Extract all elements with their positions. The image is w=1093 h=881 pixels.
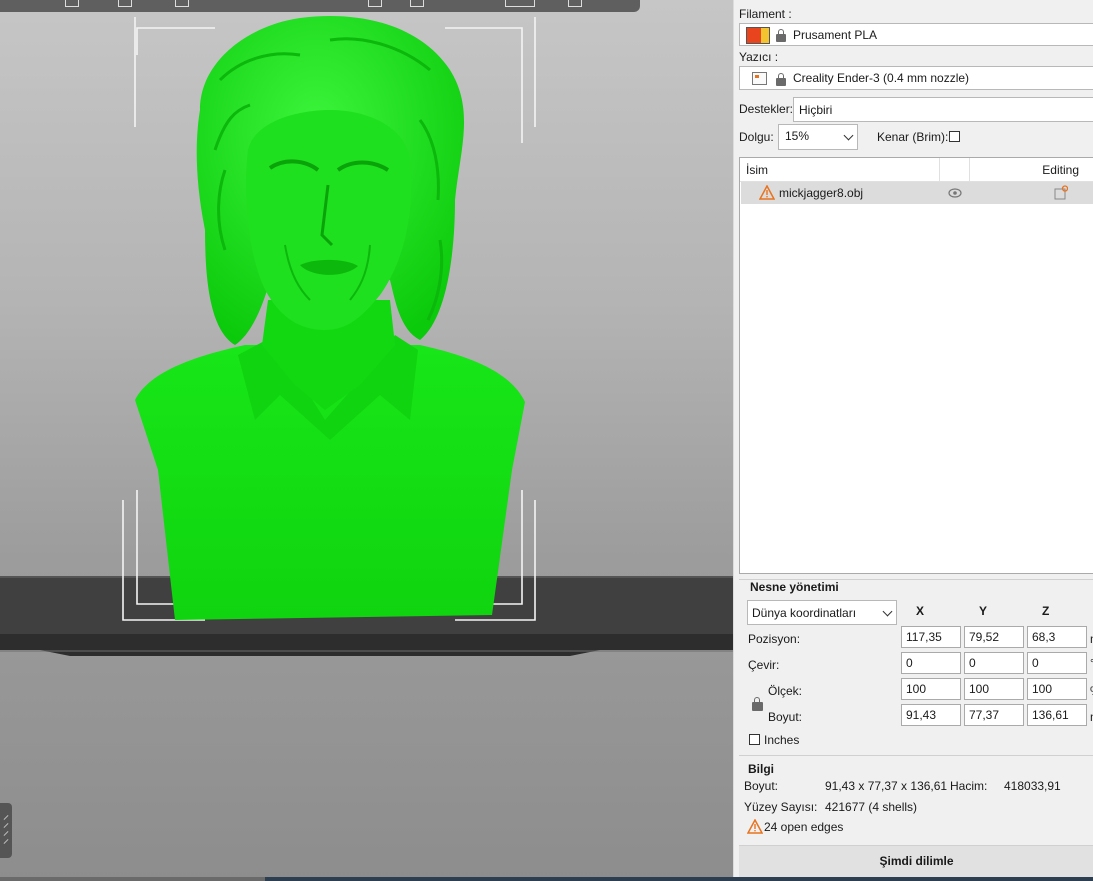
scale-x-input[interactable]: 100	[901, 678, 961, 700]
model-bust	[135, 15, 525, 620]
inches-checkbox[interactable]	[749, 734, 760, 745]
info-size-label: Boyut:	[744, 779, 779, 793]
infill-label: Dolgu:	[739, 130, 774, 144]
axis-x-label: X	[916, 604, 925, 618]
list-item[interactable]: mickjagger8.obj	[741, 182, 1093, 204]
toolbar-tool-icon[interactable]	[65, 0, 79, 7]
position-label: Pozisyon:	[748, 632, 801, 646]
position-x-input[interactable]: 117,35	[901, 626, 961, 648]
open-edges-text: 24 open edges	[764, 820, 844, 834]
supports-value: Hiçbiri	[799, 102, 833, 117]
info-volume-value: 418033,91	[1004, 779, 1061, 793]
axis-y-label: Y	[979, 604, 988, 618]
position-z-input[interactable]: 68,3	[1027, 626, 1087, 648]
supports-label: Destekler:	[739, 102, 794, 116]
info-size-value: 91,43 x 77,37 x 136,61	[825, 779, 948, 793]
brim-checkbox[interactable]	[949, 131, 960, 142]
lock-icon	[776, 29, 786, 42]
warning-icon	[747, 819, 763, 834]
column-header-editing[interactable]: Editing	[1042, 163, 1079, 177]
info-title: Bilgi	[748, 762, 774, 776]
brim-label: Kenar (Brim):	[877, 130, 949, 144]
filament-color-swatch	[746, 27, 770, 44]
info-volume-label: Hacim:	[950, 779, 988, 793]
3d-viewport[interactable]	[0, 0, 733, 881]
axis-z-label: Z	[1042, 604, 1050, 618]
size-y-input[interactable]: 77,37	[964, 704, 1024, 726]
toolbar-tool-icon[interactable]	[118, 0, 132, 7]
lock-icon	[776, 73, 786, 86]
printer-combo[interactable]: Creality Ender-3 (0.4 mm nozzle)	[739, 66, 1093, 90]
toolbar-tool-icon[interactable]	[368, 0, 382, 7]
object-name: mickjagger8.obj	[779, 186, 864, 200]
rotation-y-input[interactable]: 0	[964, 652, 1024, 674]
size-x-input[interactable]: 91,43	[901, 704, 961, 726]
column-header-name[interactable]: İsim	[746, 163, 768, 177]
supports-combo[interactable]: Hiçbiri	[793, 97, 1093, 122]
filament-value: Prusament PLA	[793, 27, 878, 42]
printer-icon	[752, 72, 767, 85]
divider	[739, 755, 1093, 756]
manipulation-title: Nesne yönetimi	[750, 580, 839, 594]
collapse-sidebar-handle[interactable]	[0, 803, 12, 858]
info-facets-value: 421677 (4 shells)	[825, 800, 918, 814]
toolbar-tool-icon[interactable]	[410, 0, 424, 7]
filament-label: Filament :	[739, 7, 792, 21]
coordinate-system-select[interactable]: Dünya koordinatları	[747, 600, 897, 625]
scale-y-input[interactable]: 100	[964, 678, 1024, 700]
object-list-header: İsim Editing	[740, 158, 1093, 182]
taskbar-strip	[0, 877, 1093, 881]
position-y-input[interactable]: 79,52	[964, 626, 1024, 648]
edit-icon[interactable]	[1054, 185, 1068, 200]
infill-select[interactable]: 15%	[778, 124, 858, 150]
rotation-label: Çevir:	[748, 658, 780, 672]
column-divider	[939, 158, 940, 181]
toolbar-tool-icon[interactable]	[175, 0, 189, 7]
scale-lock-icon[interactable]	[752, 697, 763, 711]
top-toolbar	[0, 0, 640, 12]
filament-combo[interactable]: Prusament PLA	[739, 23, 1093, 46]
toolbar-tool-icon[interactable]	[505, 0, 535, 7]
chevron-down-icon	[843, 130, 854, 141]
object-list[interactable]: İsim Editing mickjagger8.obj	[739, 157, 1093, 574]
warning-icon	[759, 185, 775, 200]
size-z-input[interactable]: 136,61	[1027, 704, 1087, 726]
eye-icon[interactable]	[948, 188, 962, 198]
scale-z-input[interactable]: 100	[1027, 678, 1087, 700]
inches-label: Inches	[764, 733, 800, 747]
coordinate-system-value: Dünya koordinatları	[752, 605, 857, 620]
rotation-z-input[interactable]: 0	[1027, 652, 1087, 674]
settings-panel: Filament : Prusament PLA Yazıcı : Creali…	[733, 0, 1093, 878]
printer-value: Creality Ender-3 (0.4 mm nozzle)	[793, 71, 970, 85]
infill-value: 15%	[785, 129, 810, 143]
info-facets-label: Yüzey Sayısı:	[744, 800, 818, 814]
rotation-x-input[interactable]: 0	[901, 652, 961, 674]
scale-label: Ölçek:	[768, 684, 803, 698]
scene-canvas	[0, 15, 733, 656]
column-divider	[969, 158, 970, 181]
toolbar-tool-icon[interactable]	[568, 0, 582, 7]
printer-label: Yazıcı :	[739, 50, 779, 64]
chevron-down-icon	[882, 606, 893, 617]
slice-now-button[interactable]: Şimdi dilimle	[739, 845, 1093, 878]
size-label: Boyut:	[768, 710, 803, 724]
